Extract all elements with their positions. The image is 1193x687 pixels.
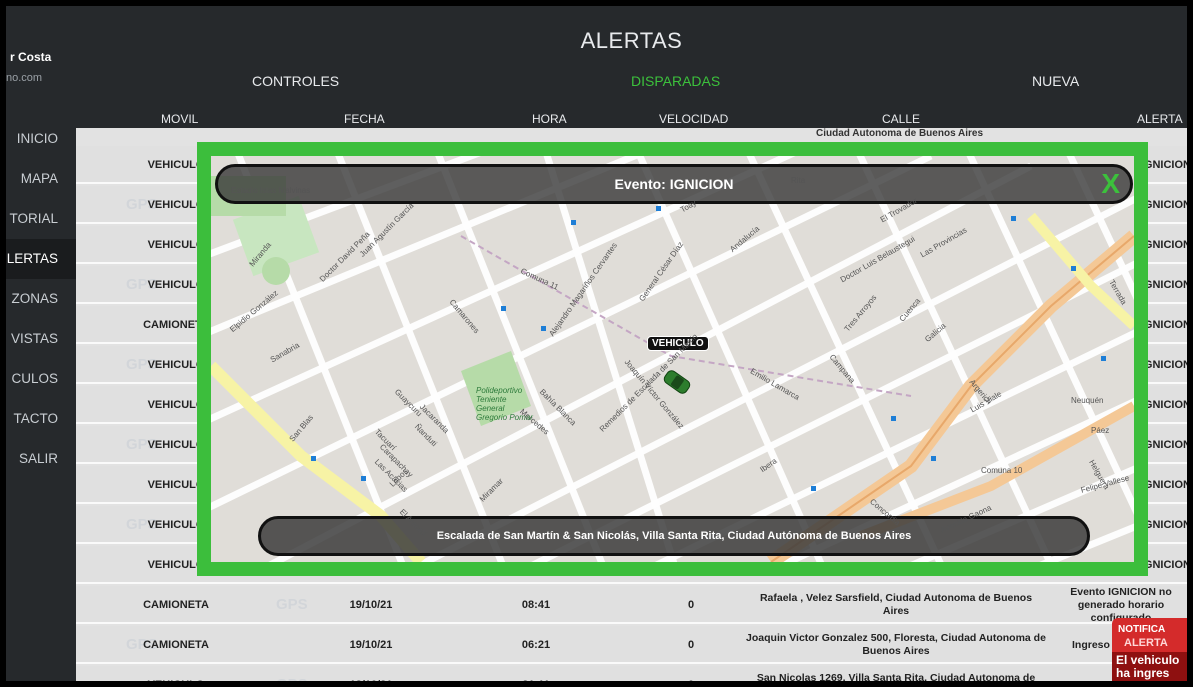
gps-watermark: GPS xyxy=(276,596,308,613)
cell-velocidad: 0 xyxy=(687,639,695,651)
sidebar-item-zonas[interactable]: ZONAS xyxy=(6,279,76,319)
sidebar-nav: INICIO MAPA TORIAL LERTAS ZONAS VISTAS C… xyxy=(6,119,76,479)
user-email: no.com xyxy=(6,72,43,84)
event-address: Escalada de San Martín & San Nicolás, Vi… xyxy=(436,530,912,542)
cell-movil: VEHICULO xyxy=(116,666,236,681)
sidebar-item-alertas[interactable]: LERTAS xyxy=(6,239,76,279)
cell-hora: 06:21 xyxy=(521,639,551,651)
map-view[interactable]: VEHICULO Evento: IGNICION X Escalada de … xyxy=(211,156,1134,562)
sidebar-item-mapa[interactable]: MAPA xyxy=(6,159,76,199)
column-header-velocidad[interactable]: VELOCIDAD xyxy=(659,112,728,126)
column-header-calle[interactable]: CALLE xyxy=(882,112,920,126)
app-frame: r Costa no.com INICIO MAPA TORIAL LERTAS… xyxy=(6,6,1187,681)
cell-velocidad: 0 xyxy=(636,666,746,681)
cell-hora: 21:11 xyxy=(496,666,576,681)
cell-hora: 08:41 xyxy=(521,599,551,611)
map-label: Estadio Islas Malvinas xyxy=(231,186,311,195)
map-label: Rita xyxy=(791,176,806,185)
notification-body-line-2: ha ingres xyxy=(1116,666,1170,680)
sidebar-item-historial[interactable]: TORIAL xyxy=(6,199,76,239)
user-name: r Costa xyxy=(10,50,52,64)
cell-calle: San Nicolas 1269, Villa Santa Rita, Ciud… xyxy=(756,672,1036,681)
tab-controles[interactable]: CONTROLES xyxy=(252,73,339,89)
column-header-movil[interactable]: MOVIL xyxy=(161,112,198,126)
table-row[interactable]: GPS CAMIONETA 19/10/21 08:41 0 Rafaela , Vele… xyxy=(76,586,1187,624)
sidebar: r Costa no.com INICIO MAPA TORIAL LERTAS… xyxy=(6,6,76,681)
tab-disparadas[interactable]: DISPARADAS xyxy=(631,73,720,89)
column-header-fecha[interactable]: FECHA xyxy=(344,112,385,126)
table-row[interactable]: GPS VEHICULO 18/10/21 21:11 0 San Nicolas 126… xyxy=(76,666,1187,681)
sidebar-item-vehiculos[interactable]: CULOS xyxy=(6,359,76,399)
sidebar-item-contacto[interactable]: TACTO xyxy=(6,399,76,439)
sidebar-item-inicio[interactable]: INICIO xyxy=(6,119,76,159)
cell-calle: Joaquin Victor Gonzalez 500, Floresta, C… xyxy=(746,632,1046,657)
cell-movil: CAMIONETA xyxy=(143,639,209,651)
close-button[interactable]: X xyxy=(1101,164,1120,204)
sidebar-item-salir[interactable]: SALIR xyxy=(6,439,76,479)
map-label: Comuna 10 xyxy=(981,466,1023,475)
partial-street-text: Ciudad Autonoma de Buenos Aires xyxy=(816,128,984,139)
page-title: ALERTAS xyxy=(580,28,683,53)
header: ALERTAS CONTROLES DISPARADAS NUEVA MOVIL… xyxy=(76,6,1187,128)
table-row[interactable]: GPS CAMIONETA 19/10/21 06:21 0 Joaquin Victor… xyxy=(76,626,1187,664)
column-header-alerta[interactable]: ALERTA xyxy=(1137,112,1183,126)
notification-title: NOTIFICA xyxy=(1118,624,1166,635)
cell-fecha: 18/10/21 xyxy=(306,666,436,681)
map-label: Neuquén xyxy=(1071,396,1104,405)
event-map-modal: VEHICULO Evento: IGNICION X Escalada de … xyxy=(197,142,1148,576)
gps-watermark: GPS xyxy=(276,676,308,681)
notification-subtitle: ALERTA xyxy=(1124,637,1168,649)
map-label: Páez xyxy=(1091,426,1110,435)
notification-toast[interactable]: NOTIFICA ALERTA El vehiculo ha ingres xyxy=(1112,618,1187,681)
notification-body: El vehiculo ha ingres xyxy=(1112,652,1187,681)
cell-calle: Rafaela , Velez Sarsfield, Ciudad Autono… xyxy=(759,592,1033,617)
event-title: Evento: IGNICION xyxy=(614,176,734,192)
cell-fecha: 19/10/21 xyxy=(349,599,393,611)
cell-velocidad: 0 xyxy=(687,599,695,611)
cell-movil: CAMIONETA xyxy=(143,599,209,611)
event-title-bar: Evento: IGNICION xyxy=(215,164,1133,204)
map-label: Polideportivo Teniente General Gregorio … xyxy=(476,386,533,422)
sidebar-item-vistas[interactable]: VISTAS xyxy=(6,319,76,359)
cell-fecha: 19/10/21 xyxy=(349,639,393,651)
tab-nueva[interactable]: NUEVA xyxy=(1032,73,1079,89)
column-header-hora[interactable]: HORA xyxy=(532,112,567,126)
